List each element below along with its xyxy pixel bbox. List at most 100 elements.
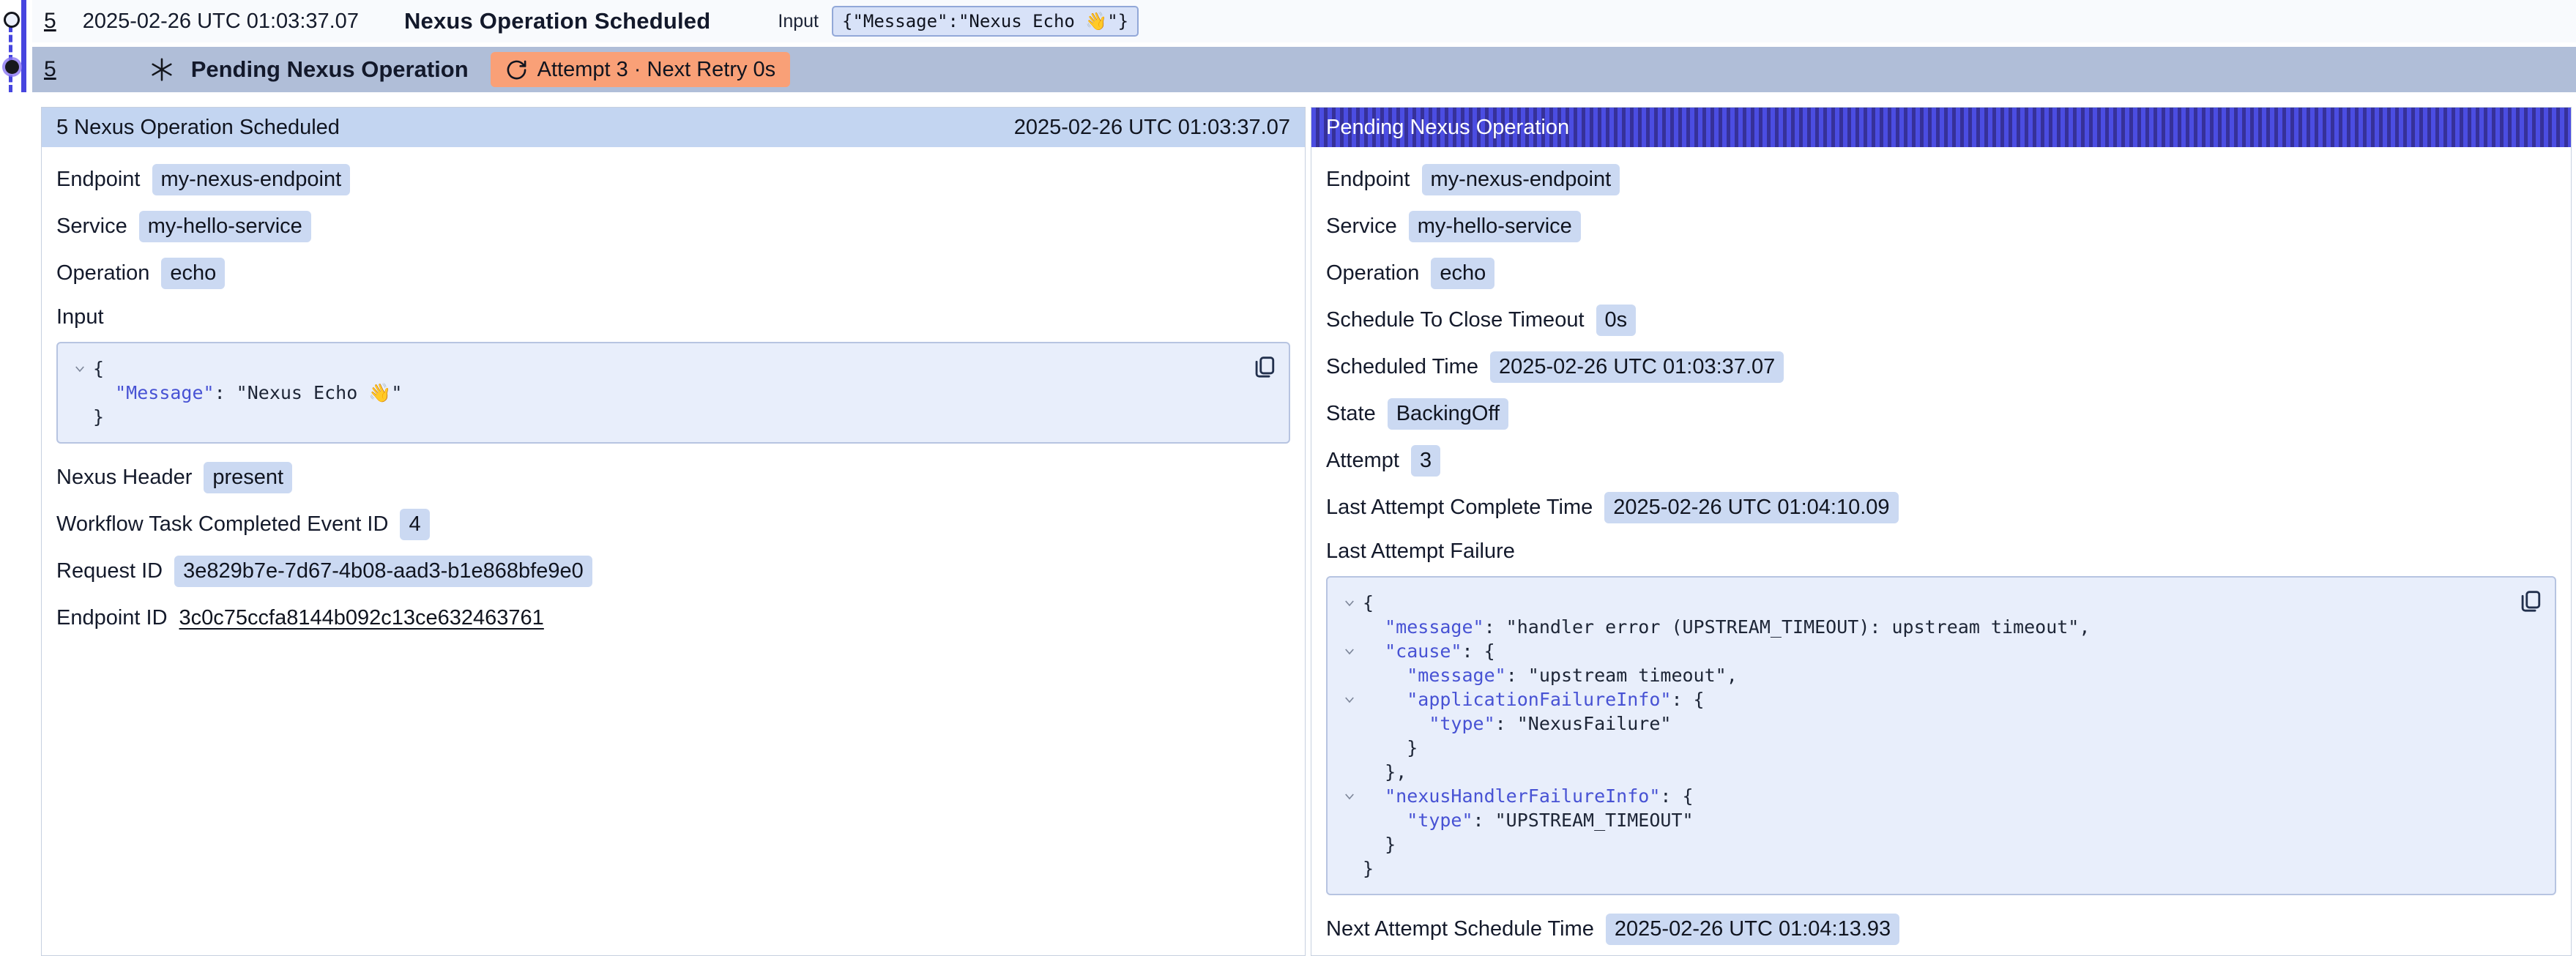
field-state: State BackingOff bbox=[1326, 399, 2556, 428]
gutter-spacer bbox=[1336, 615, 1363, 621]
json-line-text: "message": "handler error (UPSTREAM_TIME… bbox=[1363, 615, 2090, 639]
field-schedule-to-close-timeout: Schedule To Close Timeout 0s bbox=[1326, 305, 2556, 335]
field-value-badge: my-hello-service bbox=[139, 211, 311, 242]
json-line-text: { bbox=[93, 356, 104, 381]
input-value-chip[interactable]: {"Message":"Nexus Echo 👋"} bbox=[832, 6, 1139, 37]
json-line: } bbox=[1336, 736, 2511, 760]
copy-icon[interactable] bbox=[2517, 588, 2543, 614]
json-line-text: "cause": { bbox=[1363, 639, 1495, 663]
gutter-spacer bbox=[1336, 712, 1363, 717]
failure-json-viewer: { "message": "handler error (UPSTREAM_TI… bbox=[1326, 576, 2556, 895]
json-line-text: { bbox=[1363, 591, 1374, 615]
json-line-text: "type": "UPSTREAM_TIMEOUT" bbox=[1363, 808, 1694, 832]
pending-operation-header-title: Pending Nexus Operation bbox=[1326, 116, 1569, 140]
field-value-badge: 4 bbox=[400, 509, 429, 540]
field-next-attempt-schedule-time: Next Attempt Schedule Time 2025-02-26 UT… bbox=[1326, 914, 2556, 944]
attempt-retry-badge: Attempt 3 · Next Retry 0s bbox=[491, 52, 791, 87]
json-line: { bbox=[67, 356, 1245, 381]
json-line: "type": "NexusFailure" bbox=[1336, 712, 2511, 736]
json-line: { bbox=[1336, 591, 2511, 615]
json-line-text: }, bbox=[1363, 760, 1407, 784]
field-workflow-task-completed-event-id: Workflow Task Completed Event ID 4 bbox=[56, 509, 1290, 539]
input-label: Input bbox=[778, 11, 819, 32]
field-nexus-header: Nexus Header present bbox=[56, 463, 1290, 492]
event-row-scheduled[interactable]: 5 2025-02-26 UTC 01:03:37.07 Nexus Opera… bbox=[32, 0, 2576, 42]
field-label: Last Attempt Complete Time bbox=[1326, 496, 1593, 520]
field-label: Service bbox=[56, 214, 127, 239]
field-service: Service my-hello-service bbox=[1326, 212, 2556, 241]
field-value-badge: 2025-02-26 UTC 01:04:13.93 bbox=[1606, 914, 1899, 945]
retry-icon bbox=[505, 59, 528, 81]
json-line: } bbox=[1336, 832, 2511, 856]
field-label: Next Attempt Schedule Time bbox=[1326, 917, 1594, 941]
event-history-view: 5 2025-02-26 UTC 01:03:37.07 Nexus Opera… bbox=[0, 0, 2576, 956]
field-operation: Operation echo bbox=[56, 258, 1290, 288]
field-label: Operation bbox=[1326, 261, 1419, 285]
event-detail-header-title: 5 Nexus Operation Scheduled bbox=[56, 116, 340, 140]
event-row-pending[interactable]: 5 Pending Nexus Operation Attempt 3 · Ne… bbox=[32, 47, 2576, 92]
collapse-chevron-icon[interactable] bbox=[1336, 591, 1363, 610]
json-line-text: "message": "upstream timeout", bbox=[1363, 663, 1738, 687]
input-section-label: Input bbox=[56, 305, 1290, 332]
timeline-event-dot-active bbox=[5, 60, 19, 74]
gutter-spacer bbox=[1336, 808, 1363, 814]
event-detail-header: 5 Nexus Operation Scheduled 2025-02-26 U… bbox=[42, 108, 1305, 147]
copy-icon[interactable] bbox=[1251, 354, 1277, 380]
collapse-chevron-icon[interactable] bbox=[1336, 784, 1363, 803]
json-line: "cause": { bbox=[1336, 639, 2511, 663]
field-label: Endpoint bbox=[56, 168, 141, 192]
field-endpoint: Endpoint my-nexus-endpoint bbox=[56, 165, 1290, 194]
json-line-text: } bbox=[1363, 736, 1418, 760]
collapse-chevron-icon[interactable] bbox=[1336, 687, 1363, 706]
field-label: State bbox=[1326, 402, 1376, 426]
gutter-spacer bbox=[1336, 856, 1363, 862]
json-line: } bbox=[67, 405, 1245, 429]
json-line-text: "Message": "Nexus Echo 👋" bbox=[93, 381, 402, 405]
event-id-link[interactable]: 5 bbox=[44, 57, 56, 82]
json-line-text: } bbox=[1363, 832, 1396, 856]
field-value-badge: 3e829b7e-7d67-4b08-aad3-b1e868bfe9e0 bbox=[174, 556, 592, 587]
json-line: }, bbox=[1336, 760, 2511, 784]
pending-operation-body: Endpoint my-nexus-endpoint Service my-he… bbox=[1311, 147, 2571, 944]
field-label: Service bbox=[1326, 214, 1397, 239]
json-line: "nexusHandlerFailureInfo": { bbox=[1336, 784, 2511, 808]
json-line-text: } bbox=[93, 405, 104, 429]
gutter-spacer bbox=[1336, 736, 1363, 742]
field-label: Nexus Header bbox=[56, 466, 192, 490]
failure-section-label: Last Attempt Failure bbox=[1326, 539, 2556, 566]
field-label: Attempt bbox=[1326, 449, 1399, 473]
json-line: "applicationFailureInfo": { bbox=[1336, 687, 2511, 712]
field-label: Endpoint bbox=[1326, 168, 1410, 192]
field-label: Scheduled Time bbox=[1326, 355, 1478, 379]
attempt-retry-text: Attempt 3 · Next Retry 0s bbox=[537, 58, 776, 82]
json-line-text: "applicationFailureInfo": { bbox=[1363, 687, 1705, 712]
field-label: Endpoint ID bbox=[56, 606, 168, 630]
gutter-spacer bbox=[67, 405, 93, 411]
gutter-spacer bbox=[1336, 760, 1363, 766]
field-last-attempt-complete-time: Last Attempt Complete Time 2025-02-26 UT… bbox=[1326, 493, 2556, 522]
field-endpoint-id: Endpoint ID 3c0c75ccfa8144b092c13ce63246… bbox=[56, 603, 1290, 632]
field-scheduled-time: Scheduled Time 2025-02-26 UTC 01:03:37.0… bbox=[1326, 352, 2556, 381]
field-value-badge: echo bbox=[161, 258, 225, 289]
pending-operation-header: Pending Nexus Operation bbox=[1311, 108, 2571, 147]
field-label: Schedule To Close Timeout bbox=[1326, 308, 1585, 332]
field-value-badge: BackingOff bbox=[1388, 398, 1508, 430]
endpoint-id-link[interactable]: 3c0c75ccfa8144b092c13ce632463761 bbox=[179, 606, 544, 630]
json-line: "Message": "Nexus Echo 👋" bbox=[67, 381, 1245, 405]
collapse-chevron-icon[interactable] bbox=[1336, 639, 1363, 658]
field-value-badge: present bbox=[204, 462, 292, 493]
event-title: Nexus Operation Scheduled bbox=[404, 8, 710, 34]
field-value-badge: 2025-02-26 UTC 01:03:37.07 bbox=[1490, 351, 1784, 383]
json-line-text: "type": "NexusFailure" bbox=[1363, 712, 1671, 736]
input-json-viewer: { "Message": "Nexus Echo 👋"} bbox=[56, 342, 1290, 444]
collapse-chevron-icon[interactable] bbox=[67, 356, 93, 376]
field-value-badge: 2025-02-26 UTC 01:04:10.09 bbox=[1604, 492, 1898, 523]
json-line-text: "nexusHandlerFailureInfo": { bbox=[1363, 784, 1694, 808]
event-id-link[interactable]: 5 bbox=[44, 9, 56, 34]
json-line: "type": "UPSTREAM_TIMEOUT" bbox=[1336, 808, 2511, 832]
event-timestamp: 2025-02-26 UTC 01:03:37.07 bbox=[83, 10, 359, 34]
field-value-badge: 0s bbox=[1596, 305, 1637, 336]
json-line: "message": "upstream timeout", bbox=[1336, 663, 2511, 687]
field-label: Request ID bbox=[56, 559, 163, 583]
timeline-dashed-connector bbox=[9, 25, 12, 92]
